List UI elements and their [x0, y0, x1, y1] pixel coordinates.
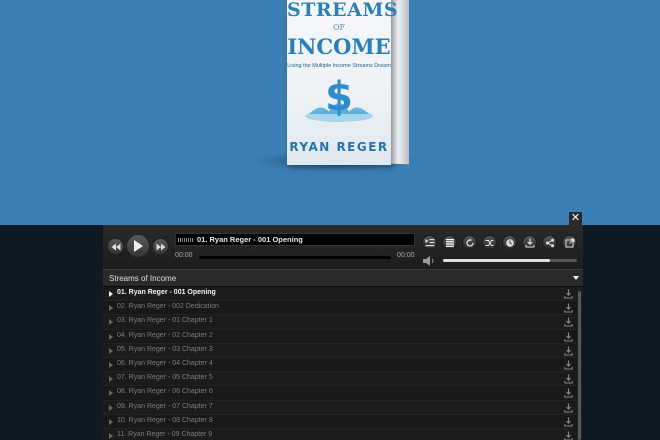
book-subtitle: Living the Multiple Income Streams Dream — [287, 63, 391, 69]
playlist-toggle-button[interactable] — [422, 235, 437, 250]
list-icon — [445, 238, 454, 247]
time-total: 00:00 — [397, 252, 415, 259]
audio-player: 01. Ryan Reger - 001 Opening 00:00 00:00 — [103, 225, 583, 440]
playlist-item[interactable]: 05. Ryan Reger - 03 Chapter 3 — [103, 343, 583, 358]
shuffle-button[interactable] — [482, 235, 497, 250]
play-arrow-icon — [109, 432, 113, 439]
playlist-item[interactable]: 06. Ryan Reger - 04 Chapter 4 — [103, 357, 583, 373]
playlist-item-label: 11. Ryan Reger - 09 Chapter 9 — [117, 430, 213, 438]
dollar-splash-icon: $ — [305, 74, 373, 122]
volume-level — [443, 259, 551, 262]
play-arrow-icon — [109, 376, 113, 383]
playlist-item[interactable]: 07. Ryan Reger - 05 Chapter 5 — [103, 372, 583, 387]
play-icon — [134, 240, 143, 252]
now-playing-box: 01. Ryan Reger - 001 Opening — [175, 233, 415, 246]
download-icon[interactable] — [564, 332, 573, 342]
playlist-item-label: 03. Ryan Reger - 01 Chapter 1 — [117, 317, 213, 325]
repeat-button[interactable] — [462, 235, 477, 250]
play-arrow-icon — [109, 418, 113, 425]
timer-button[interactable] — [502, 235, 517, 250]
next-icon — [156, 243, 165, 250]
book-cover: STREAMS OF INCOME Living the Multiple In… — [287, 0, 399, 165]
download-icon[interactable] — [564, 317, 573, 327]
prev-icon — [111, 243, 120, 250]
play-arrow-icon — [109, 361, 113, 368]
chevron-down-icon[interactable] — [573, 276, 579, 280]
download-icon[interactable] — [564, 374, 573, 384]
playlist-item-label: 02. Ryan Reger - 002 Dedication — [117, 303, 219, 311]
book-title-line2: OF — [332, 23, 346, 32]
equalizer-icon — [178, 238, 194, 242]
playlist-item[interactable]: 09. Ryan Reger - 07 Chapter 7 — [103, 400, 583, 415]
download-icon[interactable] — [564, 431, 573, 440]
play-button[interactable] — [126, 234, 150, 258]
playlist-item[interactable]: 02. Ryan Reger - 002 Dedication — [103, 301, 583, 316]
popout-button[interactable] — [562, 235, 577, 250]
book-author: RYAN REGER — [289, 140, 389, 154]
playlist-item[interactable]: 01. Ryan Reger - 001 Opening — [103, 287, 583, 302]
download-icon[interactable] — [564, 360, 573, 370]
playlist-icon — [425, 238, 434, 246]
playlist-item-label: 07. Ryan Reger - 05 Chapter 5 — [117, 374, 213, 382]
svg-text:$: $ — [325, 74, 353, 120]
playlist-item[interactable]: 04. Ryan Reger - 02 Chapter 2 — [103, 329, 583, 344]
playlist-item-label: 09. Ryan Reger - 07 Chapter 7 — [117, 402, 213, 410]
play-arrow-icon — [109, 333, 113, 340]
download-icon[interactable] — [564, 303, 573, 313]
playlist-item-label: 05. Ryan Reger - 03 Chapter 3 — [117, 345, 213, 353]
playlist-title: Streams of Income — [109, 274, 177, 283]
book-title-line1: STREAMS — [287, 0, 399, 21]
prev-button[interactable] — [107, 238, 124, 255]
hero-banner: STREAMS OF INCOME Living the Multiple In… — [0, 0, 660, 225]
download-all-button[interactable] — [522, 235, 537, 250]
volume-slider[interactable] — [443, 259, 577, 262]
play-arrow-icon — [109, 305, 113, 312]
playlist-item-label: 06. Ryan Reger - 04 Chapter 4 — [117, 359, 213, 367]
playlist-item[interactable]: 10. Ryan Reger - 08 Chapter 8 — [103, 414, 583, 429]
playlist-item-label: 08. Ryan Reger - 06 Chapter 6 — [117, 388, 213, 396]
popout-icon — [565, 238, 574, 247]
shuffle-icon — [485, 239, 493, 246]
list-button[interactable] — [442, 235, 457, 250]
clock-icon — [505, 238, 514, 247]
time-elapsed: 00:00 — [175, 252, 193, 259]
download-icon[interactable] — [564, 417, 573, 427]
repeat-icon — [465, 238, 474, 247]
play-arrow-icon — [109, 390, 113, 397]
share-button[interactable] — [542, 235, 557, 250]
playlist: 01. Ryan Reger - 001 Opening 02. Ryan Reg… — [103, 287, 583, 440]
progress-bar[interactable] — [199, 256, 391, 259]
playlist-item-label: 01. Ryan Reger - 001 Opening — [117, 289, 216, 296]
current-track-title: 01. Ryan Reger - 001 Opening — [197, 235, 303, 244]
play-arrow-icon — [109, 319, 113, 326]
playlist-item[interactable]: 08. Ryan Reger - 06 Chapter 6 — [103, 386, 583, 401]
playlist-item-label: 10. Ryan Reger - 08 Chapter 8 — [117, 416, 213, 424]
play-arrow-icon — [109, 291, 113, 297]
book-spine — [391, 0, 409, 165]
close-button[interactable]: ✕ — [569, 212, 582, 225]
download-icon[interactable] — [564, 403, 573, 413]
download-icon[interactable] — [564, 346, 573, 356]
playlist-item-label: 04. Ryan Reger - 02 Chapter 2 — [117, 331, 213, 339]
download-icon — [525, 238, 534, 247]
player-controls: 01. Ryan Reger - 001 Opening 00:00 00:00 — [103, 225, 583, 269]
playlist-scrollbar[interactable] — [577, 287, 582, 440]
play-arrow-icon — [109, 404, 113, 411]
download-icon[interactable] — [564, 289, 573, 299]
book-title-line3: INCOME — [287, 34, 391, 59]
speaker-icon[interactable] — [422, 255, 436, 267]
playlist-item[interactable]: 03. Ryan Reger - 01 Chapter 1 — [103, 315, 583, 330]
next-button[interactable] — [152, 238, 169, 255]
playlist-item[interactable]: 11. Ryan Reger - 09 Chapter 9 — [103, 428, 583, 440]
playlist-header[interactable]: Streams of Income — [103, 269, 583, 287]
download-icon[interactable] — [564, 388, 573, 398]
scrollbar-thumb[interactable] — [578, 291, 581, 440]
share-icon — [545, 238, 554, 247]
play-arrow-icon — [109, 347, 113, 354]
